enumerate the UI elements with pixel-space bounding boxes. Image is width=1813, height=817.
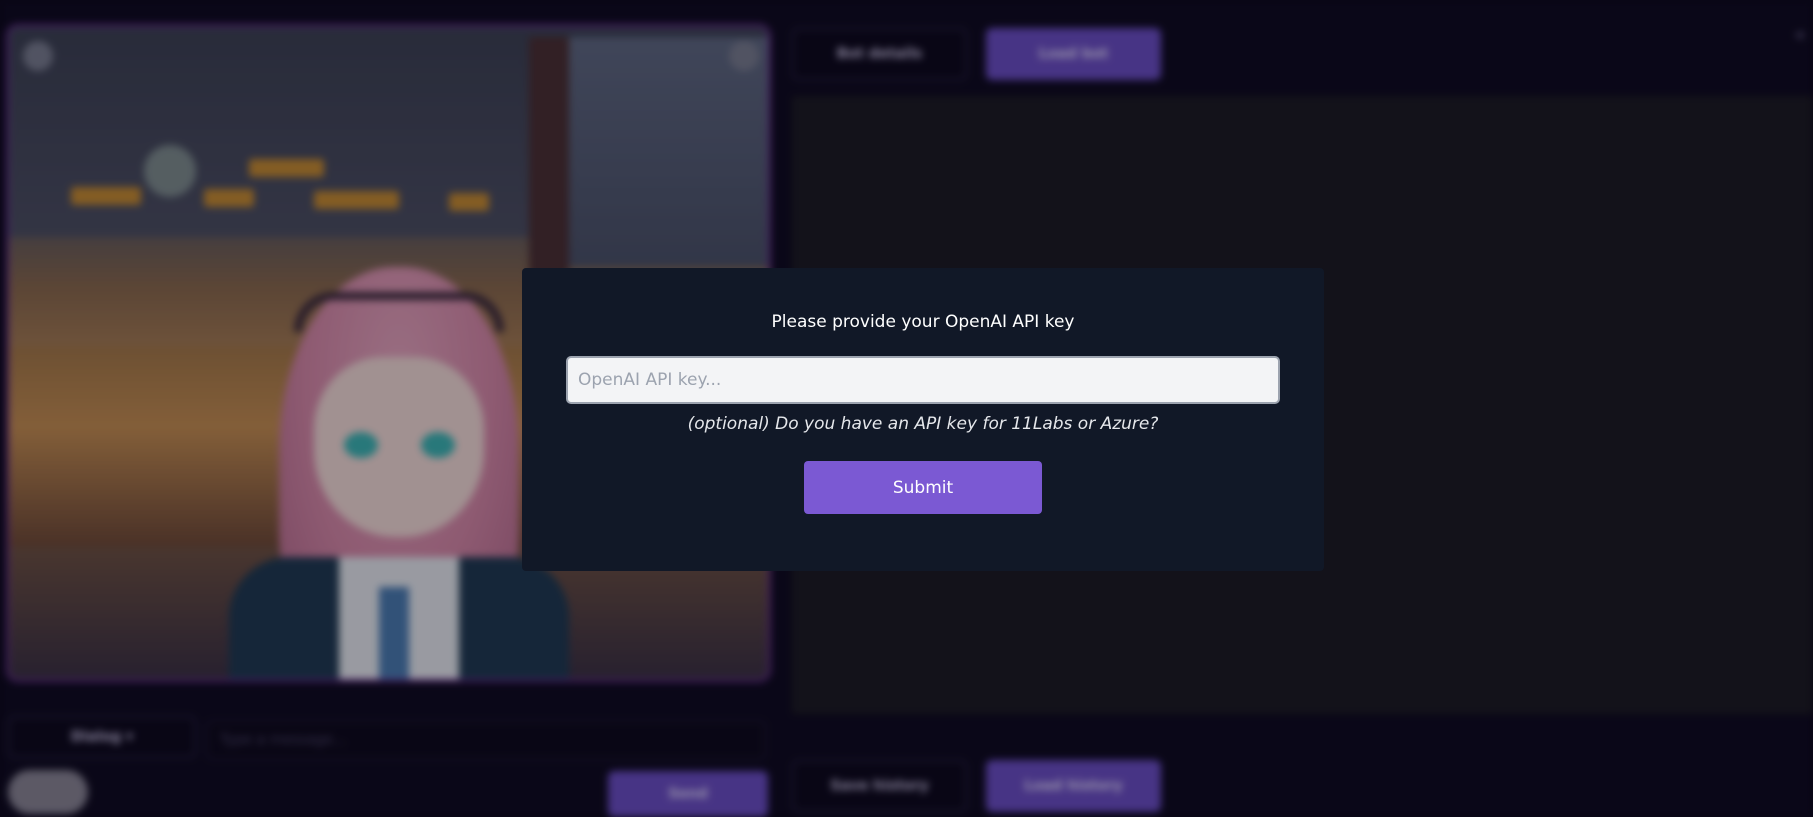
openai-api-key-input[interactable] [566,356,1280,404]
api-key-modal: Please provide your OpenAI API key (opti… [522,268,1324,571]
modal-title: Please provide your OpenAI API key [771,312,1075,332]
submit-button[interactable]: Submit [804,461,1042,514]
optional-api-keys-link[interactable]: (optional) Do you have an API key for 11… [522,414,1324,434]
